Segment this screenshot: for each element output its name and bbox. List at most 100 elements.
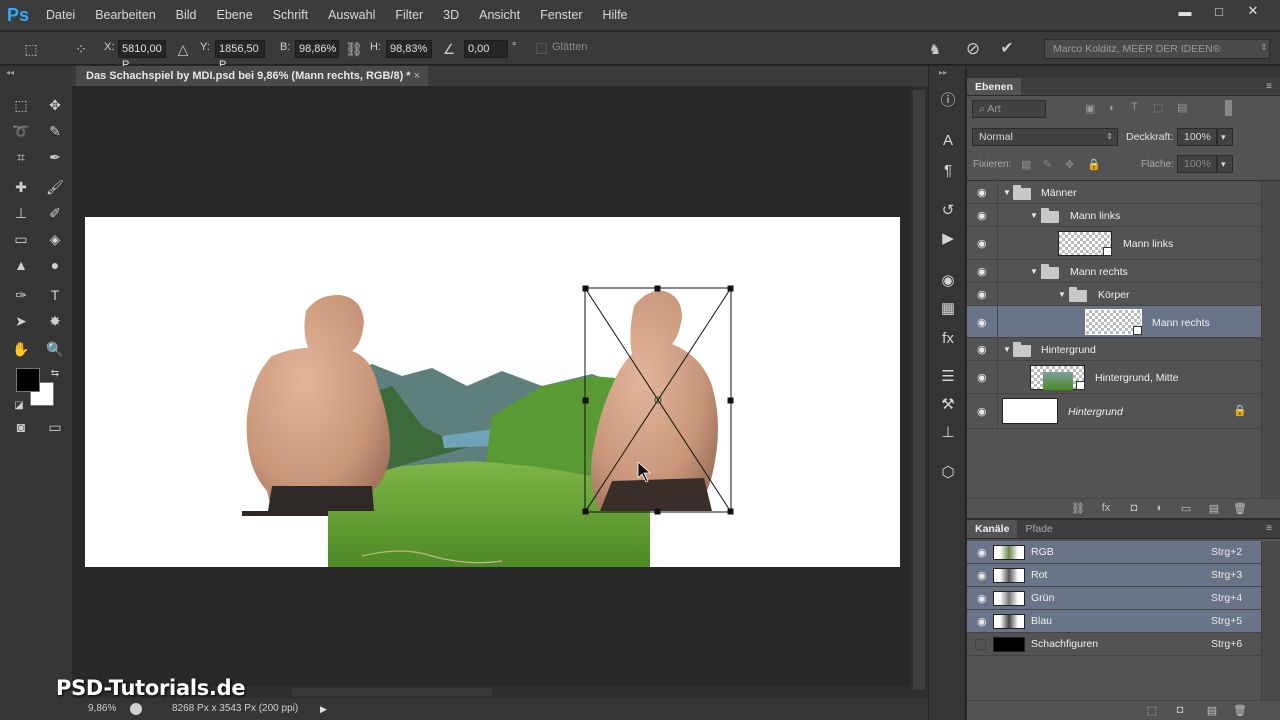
x-field[interactable]: 5810,00 P. <box>118 40 166 71</box>
menu-ansicht[interactable]: Ansicht <box>469 0 530 30</box>
filter-shape-icon[interactable]: ⬚ <box>1153 101 1163 114</box>
hand-tool-icon[interactable]: ✋ <box>10 338 32 360</box>
type-tool-icon[interactable]: T <box>44 284 66 306</box>
clone-stamp-icon[interactable]: ⊥ <box>10 202 32 224</box>
crop-tool-icon[interactable]: ⌗ <box>10 146 32 168</box>
blend-mode-select[interactable]: Normal ⇕ <box>972 128 1118 146</box>
eraser-tool-icon[interactable]: ▭ <box>10 228 32 250</box>
filter-adjustment-icon[interactable]: ◐ <box>1109 102 1116 114</box>
canvas-area[interactable] <box>72 86 910 698</box>
eye-icon[interactable]: ◉ <box>977 209 989 222</box>
eyedropper-icon[interactable]: ✒ <box>44 146 66 168</box>
screen-mode-icon[interactable]: ▭ <box>44 416 66 438</box>
new-group-icon[interactable]: ▭ <box>1179 502 1193 516</box>
expand-triangle-icon[interactable]: ▼ <box>1030 211 1038 220</box>
horizontal-scroll-thumb[interactable] <box>292 688 492 696</box>
lasso-tool-icon[interactable]: ➰ <box>10 120 32 142</box>
menu-bild[interactable]: Bild <box>166 0 207 30</box>
eye-icon[interactable]: ◉ <box>977 288 989 301</box>
vertical-scrollbar[interactable] <box>910 86 928 698</box>
layer-row[interactable]: ◉ ▼ Mann links <box>967 204 1261 227</box>
zoom-tool-icon[interactable]: 🔍 <box>44 338 66 360</box>
cancel-transform-icon[interactable]: ⊘ <box>964 40 982 58</box>
menu-auswahl[interactable]: Auswahl <box>318 0 385 30</box>
document-tab[interactable]: Das Schachspiel by MDI.psd bei 9,86% (Ma… <box>76 66 428 86</box>
fill-dropdown-icon[interactable]: ▾ <box>1217 155 1233 173</box>
info-icon[interactable]: ⓘ <box>937 90 959 112</box>
layer-row[interactable]: ◉ ▼ Männer <box>967 181 1261 204</box>
channel-row-rot[interactable]: ◉ Rot Strg+3 <box>967 564 1261 587</box>
quick-selection-icon[interactable]: ✎ <box>44 120 66 142</box>
channel-row-schachfiguren[interactable]: Schachfiguren Strg+6 <box>967 633 1261 656</box>
swatches-icon[interactable]: ▦ <box>937 298 959 320</box>
panel-menu-icon[interactable]: ≡ <box>1266 520 1272 538</box>
expand-triangle-icon[interactable]: ▼ <box>1003 188 1011 197</box>
menu-bearbeiten[interactable]: Bearbeiten <box>85 0 165 30</box>
delete-layer-icon[interactable]: 🗑 <box>1233 502 1247 516</box>
maximize-button[interactable]: □ <box>1202 0 1236 22</box>
pen-tool-icon[interactable]: ✑ <box>10 284 32 306</box>
layer-row[interactable]: ◉ ▼ Körper <box>967 283 1261 306</box>
history-icon[interactable]: ↺ <box>937 200 959 222</box>
workspace-select[interactable]: Marco Kolditz, MEER DER IDEEN® <box>1044 39 1270 59</box>
brush-tool-icon[interactable]: 🖌 <box>44 176 66 198</box>
styles-fx-icon[interactable]: fx <box>937 328 959 350</box>
menu-fenster[interactable]: Fenster <box>530 0 592 30</box>
tab-kanaele[interactable]: Kanäle <box>967 520 1018 538</box>
layer-row[interactable]: ◉ Hintergrund, Mitte <box>967 361 1261 394</box>
lock-all-icon[interactable]: 🔒 <box>1087 158 1101 171</box>
y-field[interactable]: 1856,50 P. <box>215 40 265 71</box>
new-adjustment-icon[interactable]: ◐ <box>1153 502 1167 516</box>
expand-triangle-icon[interactable]: ▼ <box>1003 345 1011 354</box>
filter-smart-object-icon[interactable]: ▤ <box>1177 101 1187 114</box>
panel-menu-icon[interactable]: ≡ <box>1266 78 1272 96</box>
channel-row-blau[interactable]: ◉ Blau Strg+5 <box>967 610 1261 633</box>
layer-row-selected[interactable]: ◉ Mann rechts <box>967 306 1261 338</box>
blur-tool-icon[interactable]: ▲ <box>10 254 32 276</box>
clone-source-icon[interactable]: ⊥ <box>937 422 959 444</box>
eye-icon[interactable]: ◉ <box>977 371 989 384</box>
save-selection-icon[interactable]: ◘ <box>1173 704 1187 718</box>
expand-triangle-icon[interactable]: ▼ <box>1030 267 1038 276</box>
add-mask-icon[interactable]: ◘ <box>1127 502 1141 516</box>
opacity-field[interactable]: 100% <box>1177 128 1217 146</box>
move-transform-icon[interactable]: ⬚ <box>22 40 40 58</box>
tab-ebenen[interactable]: Ebenen <box>967 78 1021 95</box>
path-selection-icon[interactable]: ➤ <box>10 310 32 332</box>
quick-mask-icon[interactable]: ◙ <box>10 416 32 438</box>
link-icon[interactable]: ⛓ <box>345 40 363 58</box>
add-style-fx-icon[interactable]: fx <box>1099 502 1113 516</box>
eye-icon[interactable]: ◉ <box>977 615 989 628</box>
new-channel-icon[interactable]: ▤ <box>1205 704 1219 718</box>
close-button[interactable]: ✕ <box>1236 0 1270 22</box>
history-brush-icon[interactable]: ✐ <box>44 202 66 224</box>
eye-icon[interactable]: ◉ <box>977 265 989 278</box>
delta-icon[interactable]: △ <box>174 40 192 58</box>
layers-scrollbar[interactable] <box>1261 181 1280 499</box>
status-menu-arrow-icon[interactable]: ▶ <box>320 698 327 720</box>
eye-icon[interactable]: ◉ <box>977 186 989 199</box>
visibility-toggle[interactable] <box>975 639 986 650</box>
filter-pixel-icon[interactable]: ▣ <box>1085 102 1095 115</box>
delete-channel-icon[interactable]: 🗑 <box>1233 704 1247 718</box>
menu-hilfe[interactable]: Hilfe <box>593 0 638 30</box>
eye-icon[interactable]: ◉ <box>977 569 989 582</box>
warp-icon[interactable]: ♞ <box>926 40 944 58</box>
collapse-icon[interactable]: ◂◂ <box>6 68 14 77</box>
lock-pixels-icon[interactable]: ✎ <box>1043 158 1052 171</box>
layer-row[interactable]: ◉ ▼ Mann rechts <box>967 260 1261 283</box>
reference-point-icon[interactable]: ⁘ <box>72 40 90 58</box>
marquee-tool-icon[interactable]: ⬚ <box>10 94 32 116</box>
foreground-color-swatch[interactable] <box>16 368 40 392</box>
menu-filter[interactable]: Filter <box>385 0 433 30</box>
eye-icon[interactable]: ◉ <box>977 316 989 329</box>
commit-transform-icon[interactable]: ✔ <box>998 40 1016 58</box>
opacity-dropdown-icon[interactable]: ▾ <box>1217 128 1233 146</box>
3d-icon[interactable]: ⬡ <box>937 462 959 484</box>
dodge-tool-icon[interactable]: ● <box>44 254 66 276</box>
layer-row[interactable]: ◉ Mann links <box>967 227 1261 260</box>
color-icon[interactable]: ◉ <box>937 270 959 292</box>
eye-icon[interactable]: ◉ <box>977 405 989 418</box>
load-selection-icon[interactable]: ⬚ <box>1145 704 1159 718</box>
expand-triangle-icon[interactable]: ▼ <box>1058 290 1066 299</box>
